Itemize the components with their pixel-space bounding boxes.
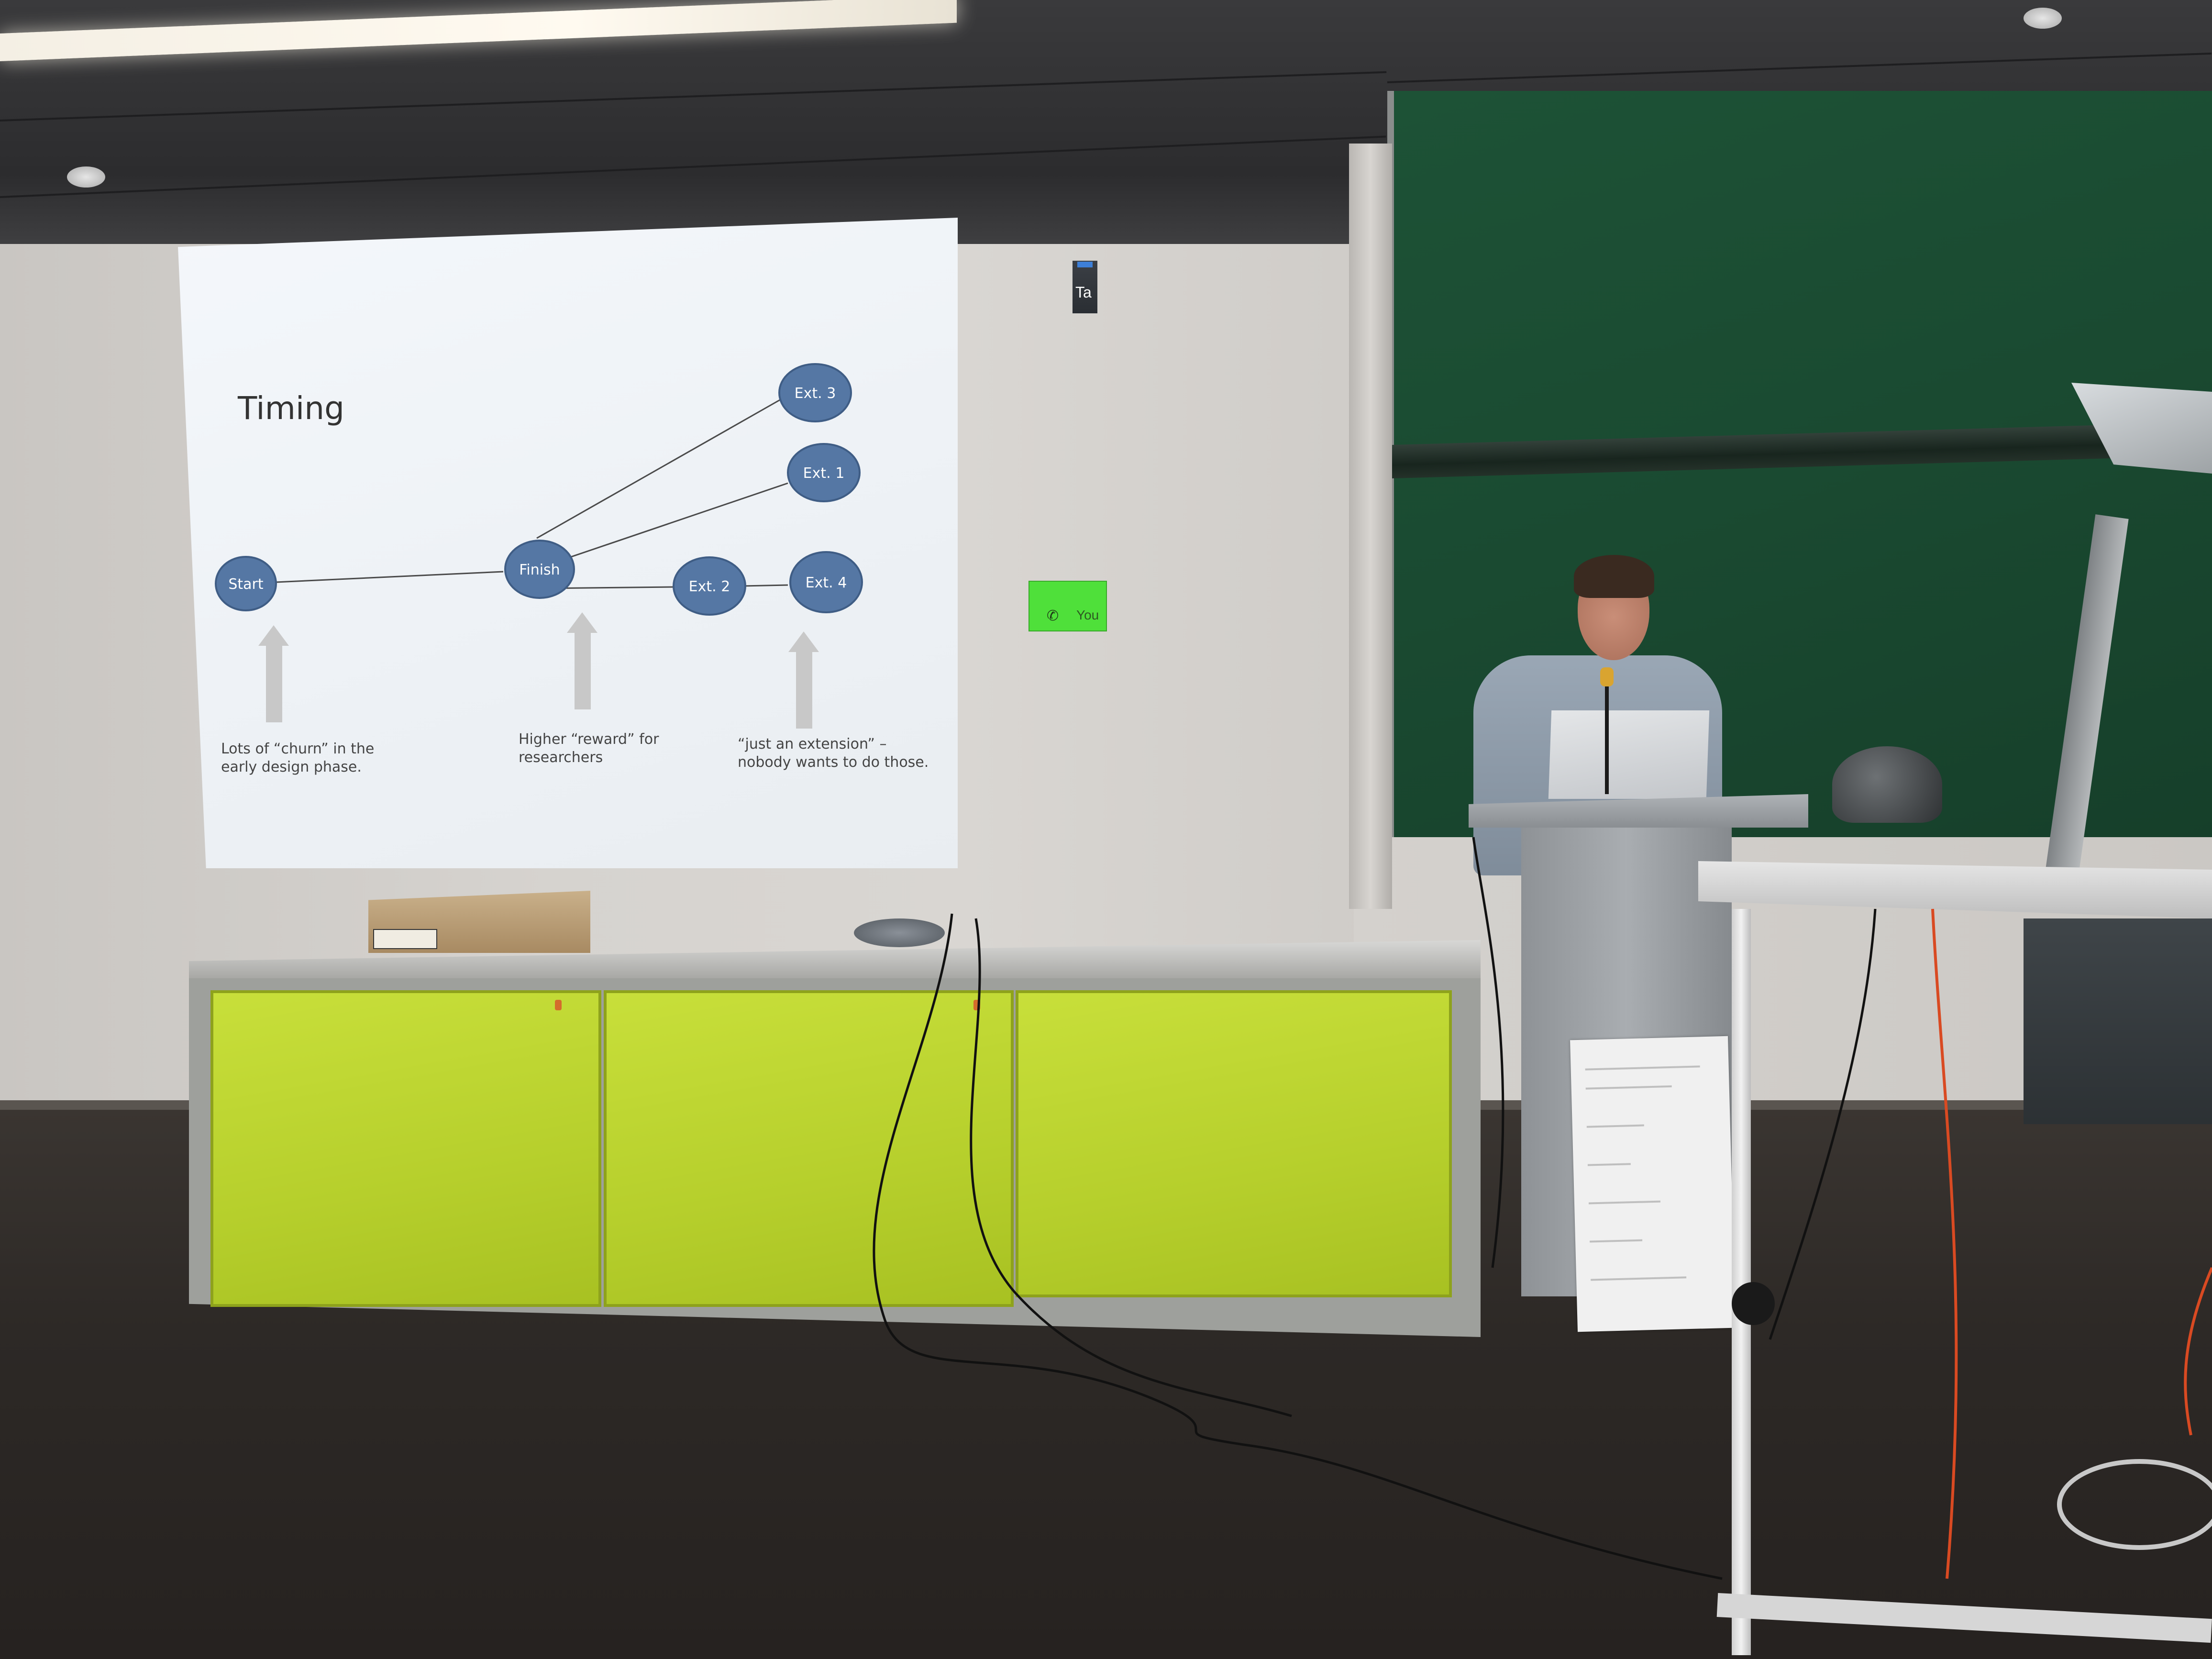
cable <box>1769 908 1877 1340</box>
cable <box>970 918 1292 1417</box>
cables <box>873 837 2212 1580</box>
cable <box>2184 1267 2212 1436</box>
lecture-hall-photo: Start Finish Ext. 3 Ext. 1 Ext. 2 Ext. 4 <box>0 0 2212 1659</box>
cable <box>1472 837 1504 1268</box>
cable <box>873 913 1723 1580</box>
cable <box>1931 908 1958 1579</box>
